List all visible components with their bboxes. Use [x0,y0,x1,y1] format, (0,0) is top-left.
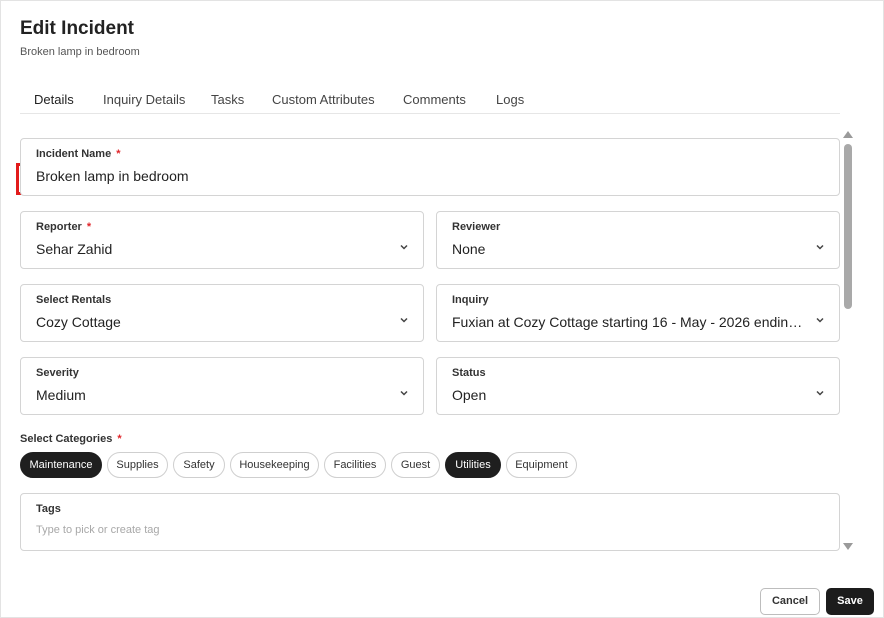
required-mark: * [116,148,121,160]
select-rentals-label: Select Rentals [36,294,112,306]
category-chip-safety[interactable]: Safety [173,452,225,478]
tags-field[interactable]: Tags Type to pick or create tag [20,493,840,551]
reporter-label: Reporter * [36,221,92,233]
inquiry-label: Inquiry [452,294,489,306]
scroll-up-arrow-icon[interactable] [843,131,853,138]
tab-inquiry-details[interactable]: Inquiry Details [103,92,185,107]
tab-bar: Details Inquiry Details Tasks Custom Att… [16,83,840,195]
tags-label: Tags [36,503,61,515]
tab-logs[interactable]: Logs [496,92,524,107]
page-subtitle: Broken lamp in bedroom [20,46,140,58]
category-chip-housekeeping[interactable]: Housekeeping [230,452,319,478]
save-button[interactable]: Save [826,588,874,615]
tab-tasks[interactable]: Tasks [211,92,244,107]
inquiry-select[interactable]: Inquiry Fuxian at Cozy Cottage starting … [436,284,840,342]
page-title: Edit Incident [20,18,134,39]
category-chip-maintenance[interactable]: Maintenance [20,452,102,478]
edit-incident-modal: Edit Incident Broken lamp in bedroom Det… [0,0,884,618]
category-chip-facilities[interactable]: Facilities [324,452,386,478]
select-rentals-value: Cozy Cottage [36,314,121,330]
category-chip-utilities[interactable]: Utilities [445,452,501,478]
category-chip-equipment[interactable]: Equipment [506,452,577,478]
reporter-select[interactable]: Reporter * Sehar Zahid [20,211,424,269]
severity-label: Severity [36,367,79,379]
category-chip-guest[interactable]: Guest [391,452,440,478]
chevron-down-icon[interactable] [814,387,826,399]
status-value: Open [452,387,487,403]
reporter-value: Sehar Zahid [36,241,113,257]
status-select[interactable]: Status Open [436,357,840,415]
tags-input[interactable]: Type to pick or create tag [36,524,160,536]
severity-select[interactable]: Severity Medium [20,357,424,415]
category-chip-supplies[interactable]: Supplies [107,452,168,478]
select-rentals-select[interactable]: Select Rentals Cozy Cottage [20,284,424,342]
tab-details[interactable]: Details [34,92,74,107]
select-categories-label: Select Categories * [20,433,122,445]
chevron-down-icon[interactable] [398,387,410,399]
chevron-down-icon[interactable] [398,314,410,326]
scrollbar-thumb[interactable] [844,144,852,309]
tab-comments[interactable]: Comments [403,92,466,107]
chevron-down-icon[interactable] [814,314,826,326]
status-label: Status [452,367,486,379]
reviewer-value: None [452,241,486,257]
inquiry-value: Fuxian at Cozy Cottage starting 16 - May… [452,314,807,330]
tab-custom-attributes[interactable]: Custom Attributes [272,92,375,107]
incident-name-field[interactable]: Incident Name * Broken lamp in bedroom [20,138,840,196]
severity-value: Medium [36,387,86,403]
reviewer-label: Reviewer [452,221,501,233]
reviewer-select[interactable]: Reviewer None [436,211,840,269]
chevron-down-icon[interactable] [814,241,826,253]
incident-name-label: Incident Name * [36,148,121,160]
scroll-down-arrow-icon[interactable] [843,543,853,550]
chevron-down-icon[interactable] [398,241,410,253]
required-mark: * [86,221,92,233]
incident-name-input[interactable]: Broken lamp in bedroom [36,168,189,184]
required-mark: * [117,433,122,445]
cancel-button[interactable]: Cancel [760,588,820,615]
